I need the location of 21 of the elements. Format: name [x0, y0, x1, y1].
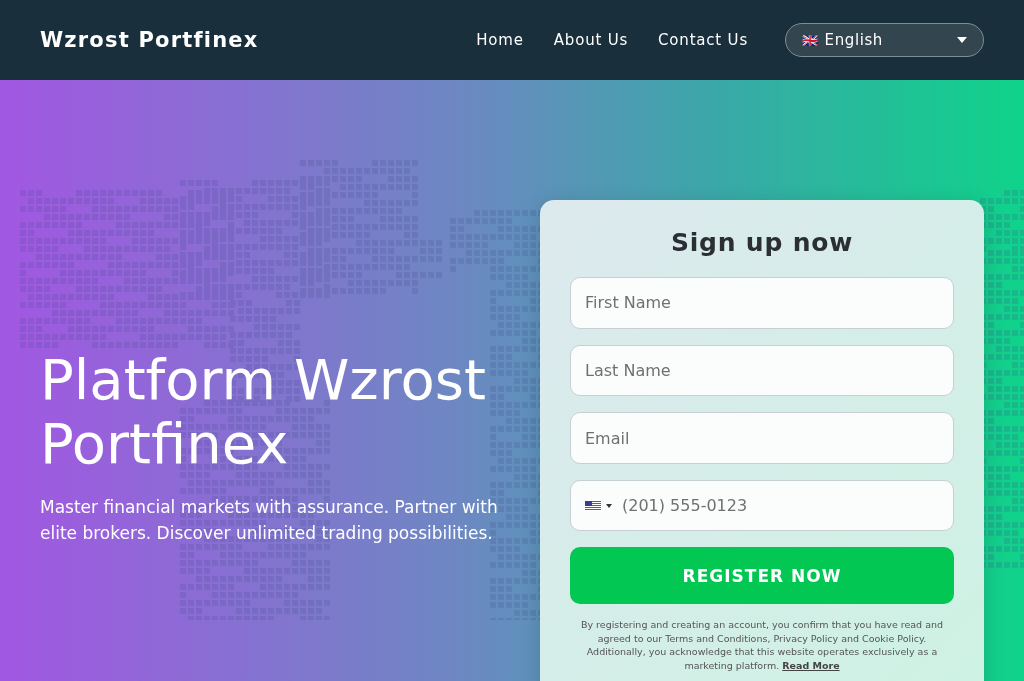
caret-icon: [957, 37, 967, 43]
input-field[interactable]: Email: [570, 412, 954, 464]
language-label: English: [824, 31, 883, 49]
nav-link[interactable]: About Us: [553, 31, 629, 49]
language-select[interactable]: 🇬🇧 English: [785, 23, 984, 57]
read-more-link[interactable]: Read More: [782, 659, 840, 671]
phone-number-input[interactable]: (201) 555-0123: [620, 495, 939, 517]
disclaimer-text: By registering and creating an account, you confirm that you have read and agreed to our Terms and Conditions, Privacy Policy and Cookie Policy. Additionally, you acknowledge that this website operates exclusively as a marketing platform. Read More: [579, 618, 945, 672]
site-logo[interactable]: Wzrost Portfinex: [40, 28, 259, 52]
country-picker[interactable]: [585, 500, 612, 511]
nav-link[interactable]: Home: [476, 31, 524, 49]
caret-icon: [606, 503, 612, 508]
nav-link[interactable]: Contact Us: [658, 31, 748, 49]
hero-title: Platform Wzrost Portfinex: [40, 348, 487, 476]
phone-field[interactable]: (201) 555-0123: [570, 479, 954, 532]
input-field[interactable]: First Name: [570, 277, 954, 329]
signup-title: Sign up now: [669, 228, 855, 257]
uk-flag-icon: 🇬🇧: [802, 32, 819, 48]
us-flag-icon: [585, 500, 601, 511]
input-field[interactable]: Last Name: [570, 344, 954, 397]
hero-subtitle: Master financial markets with assurance. Partner with elite brokers. Discover unlimited trading possibilities.: [40, 496, 499, 545]
